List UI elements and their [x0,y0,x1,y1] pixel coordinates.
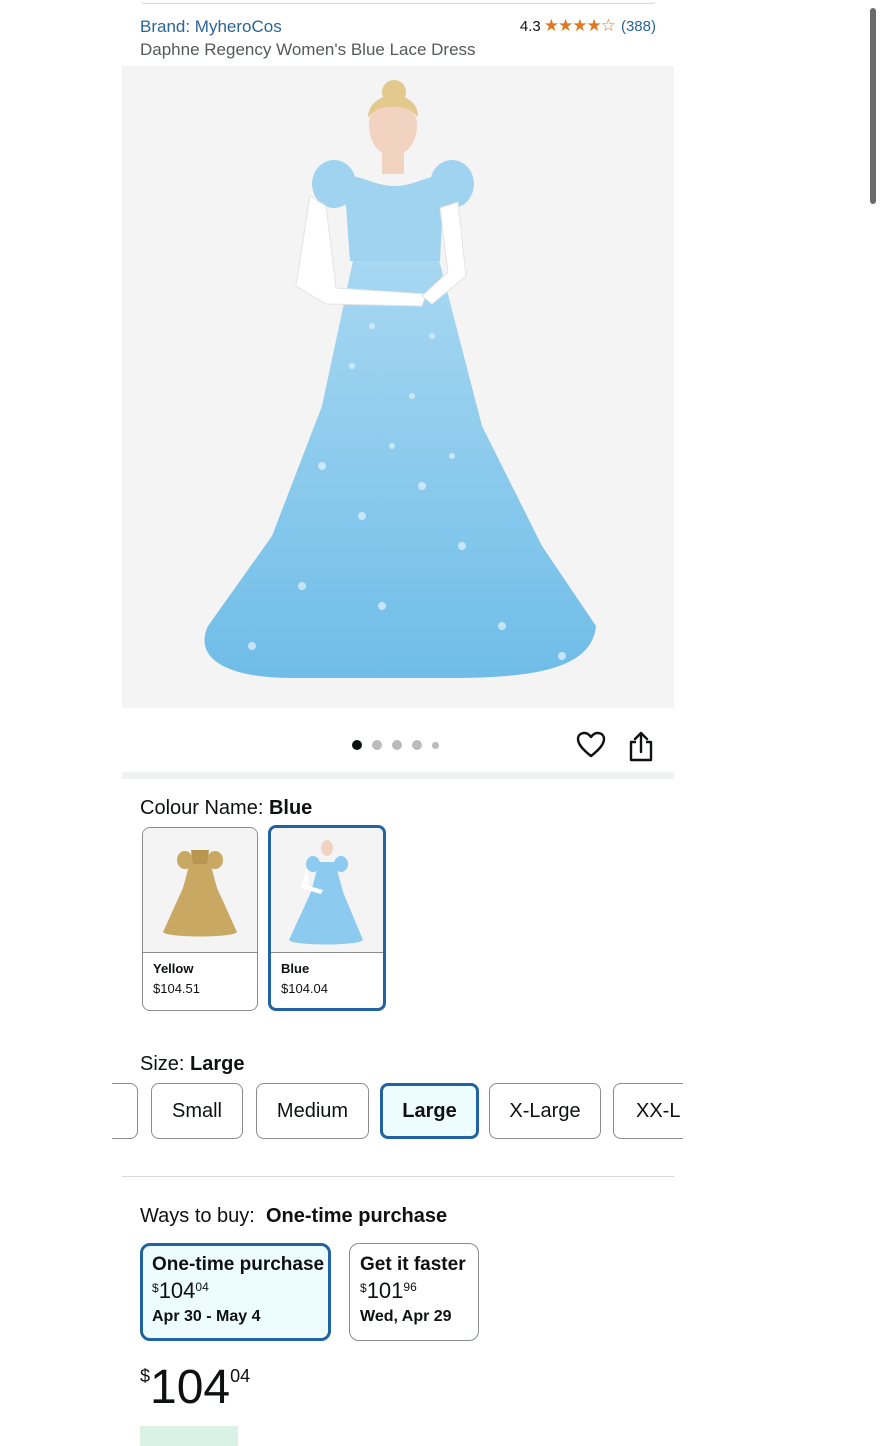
buy-option-get-it-faster[interactable]: Get it faster $10196 Wed, Apr 29 [349,1243,479,1341]
size-option-small[interactable]: Small [151,1083,243,1139]
product-page: Brand: MyheroCos 4.3 ★★★★☆ (388) Daphne … [112,0,683,1446]
savings-badge [140,1426,238,1446]
carousel-dot[interactable] [412,740,422,750]
swatch-name: Blue [281,961,310,976]
colour-swatch-yellow[interactable]: Yellow $104.51 [142,827,258,1011]
rating-value: 4.3 [519,17,541,35]
buy-option-title: Get it faster [360,1254,466,1275]
buy-option-delivery: Apr 30 - May 4 [152,1308,261,1325]
carousel-dot[interactable] [392,740,402,750]
section-divider [122,1176,674,1177]
buy-option-price: $10404 [152,1278,209,1303]
colour-label: Colour Name: Blue [140,797,313,819]
size-option-xx-large[interactable]: XX-L [613,1083,683,1139]
heart-icon[interactable] [576,730,606,760]
image-carousel-dots[interactable] [352,740,439,750]
rating-summary[interactable]: 4.3 ★★★★☆ (388) [520,16,656,36]
carousel-dot[interactable] [372,740,382,750]
header-edge [140,0,656,4]
ways-to-buy-selected: One-time purchase [265,1205,448,1227]
rating-count-link[interactable]: (388) [621,18,656,35]
buy-option-one-time[interactable]: One-time purchase $10404 Apr 30 - May 4 [140,1243,331,1341]
swatch-image [143,828,257,953]
dress-illustration [204,80,596,678]
size-option-large[interactable]: Large [380,1083,479,1139]
size-selected-value: Large [190,1053,245,1075]
size-option-medium[interactable]: Medium [256,1083,369,1139]
swatch-price: $104.04 [281,981,328,996]
swatch-price: $104.51 [153,981,200,996]
page-scrollbar[interactable] [870,8,876,204]
star-rating-icon: ★★★★☆ [543,16,616,35]
size-label: Size: Large [140,1053,245,1075]
size-option-partial[interactable] [112,1083,138,1139]
colour-swatch-blue[interactable]: Blue $104.04 [268,825,386,1011]
size-option-x-large[interactable]: X-Large [489,1083,601,1139]
swatch-name: Yellow [153,961,194,976]
swatch-image [271,828,383,953]
carousel-dot[interactable] [352,740,362,750]
section-divider [122,772,674,779]
buy-option-delivery: Wed, Apr 29 [360,1308,452,1325]
buy-option-title: One-time purchase [152,1254,325,1275]
ways-to-buy-label: Ways to buy: One-time purchase [140,1205,448,1227]
buy-option-price: $10196 [360,1278,417,1303]
product-price: $10404 [140,1361,251,1414]
colour-selected-value: Blue [268,797,313,819]
brand-link[interactable]: Brand: MyheroCos [140,17,282,37]
product-image[interactable] [122,66,674,708]
carousel-dot[interactable] [432,741,439,749]
product-title: Daphne Regency Women's Blue Lace Dress [140,40,476,59]
share-icon[interactable] [628,730,654,762]
